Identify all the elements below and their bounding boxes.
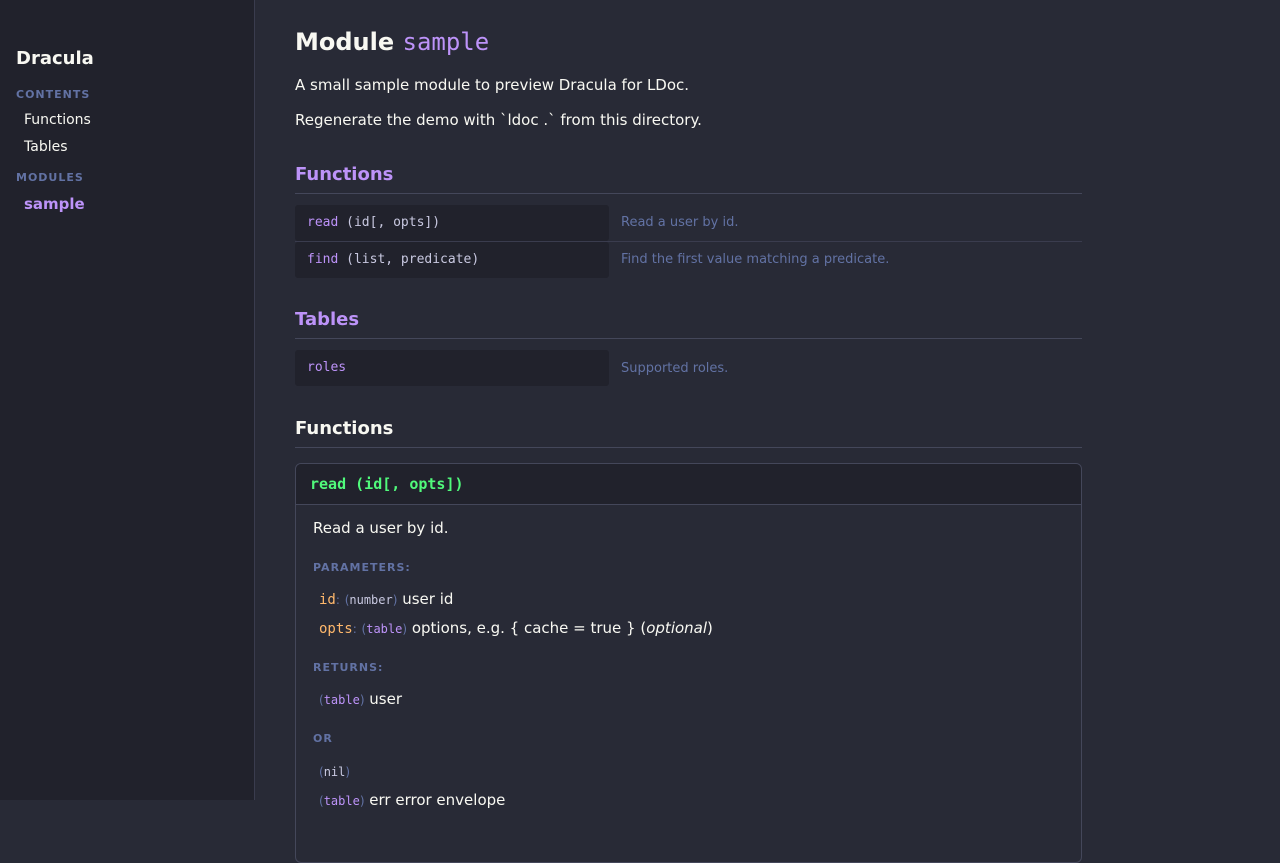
summary-row-roles: roles Supported roles. (295, 350, 1082, 386)
sidebar-brand[interactable]: Dracula (16, 48, 94, 69)
return-type: table (323, 693, 360, 707)
return-3: (table) err error envelope (319, 791, 506, 809)
page-title: Module sample (295, 28, 489, 56)
return-1: (table) user (319, 690, 402, 708)
sidebar-link-tables[interactable]: Tables (24, 139, 68, 155)
sidebar: Dracula CONTENTS Functions Tables MODULE… (0, 0, 255, 800)
func-args: (id[, opts]) (338, 215, 441, 230)
summary-row-read: read (id[, opts]) Read a user by id. (295, 205, 1082, 242)
summary-functions-heading[interactable]: Functions (295, 164, 1082, 194)
param-name: opts (319, 621, 353, 637)
returns-label: RETURNS: (313, 661, 384, 674)
return-2: (nil) (319, 765, 351, 779)
modules-heading: MODULES (16, 171, 84, 184)
param-opts: opts: (table) options, e.g. { cache = tr… (319, 619, 713, 637)
sidebar-module-sample[interactable]: sample (24, 195, 85, 213)
lead-text-2: Regenerate the demo with `ldoc .` from t… (295, 111, 702, 129)
function-card-read: read (id[, opts]) Read a user by id. PAR… (295, 463, 1082, 863)
contents-heading: CONTENTS (16, 88, 91, 101)
param-optional: optional (646, 619, 708, 637)
summary-row-find: find (list, predicate) Find the first va… (295, 242, 1082, 278)
function-description: Read a user by id. (313, 519, 449, 537)
summary-desc-read: Read a user by id. (621, 215, 739, 230)
func-name: read (307, 215, 339, 230)
param-desc: user id (402, 590, 454, 608)
param-type: table (366, 622, 403, 636)
summary-desc-roles: Supported roles. (621, 361, 729, 376)
summary-sig-read[interactable]: read (id[, opts]) (295, 205, 609, 241)
lead-text-1: A small sample module to preview Dracula… (295, 76, 690, 94)
return-desc: err error envelope (369, 791, 506, 809)
details-functions-heading: Functions (295, 418, 1082, 448)
sidebar-link-functions[interactable]: Functions (24, 112, 91, 128)
or-label: OR (313, 732, 333, 745)
return-desc: user (369, 690, 402, 708)
func-args: (list, predicate) (338, 252, 480, 267)
module-name: sample (402, 28, 490, 56)
param-type: number (349, 593, 393, 607)
param-id: id: (number) user id (319, 590, 454, 608)
summary-sig-roles[interactable]: roles (295, 350, 609, 386)
return-type: nil (323, 765, 346, 779)
title-prefix: Module (295, 28, 395, 56)
summary-desc-find: Find the first value matching a predicat… (621, 252, 890, 267)
param-desc: options, e.g. { cache = true } (411, 619, 636, 637)
return-type: table (323, 794, 360, 808)
function-signature[interactable]: read (id[, opts]) (296, 464, 1081, 505)
summary-sig-find[interactable]: find (list, predicate) (295, 242, 609, 278)
func-name: find (307, 252, 339, 267)
param-name: id (319, 592, 336, 608)
summary-tables-heading[interactable]: Tables (295, 309, 1082, 339)
parameters-label: PARAMETERS: (313, 561, 411, 574)
